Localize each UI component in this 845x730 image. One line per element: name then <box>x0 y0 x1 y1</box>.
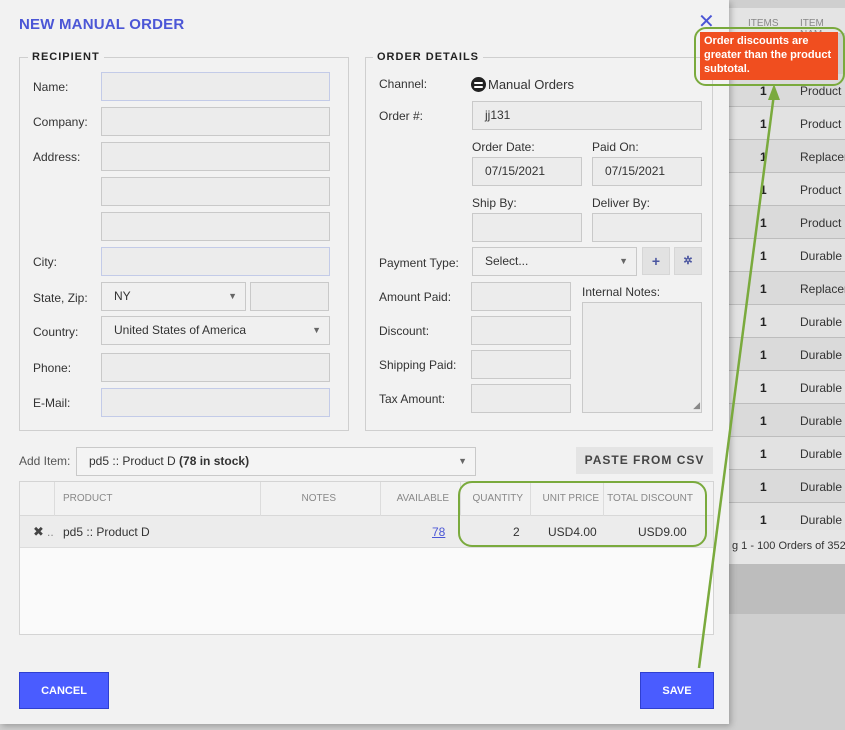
annotation-arrow <box>697 84 780 669</box>
